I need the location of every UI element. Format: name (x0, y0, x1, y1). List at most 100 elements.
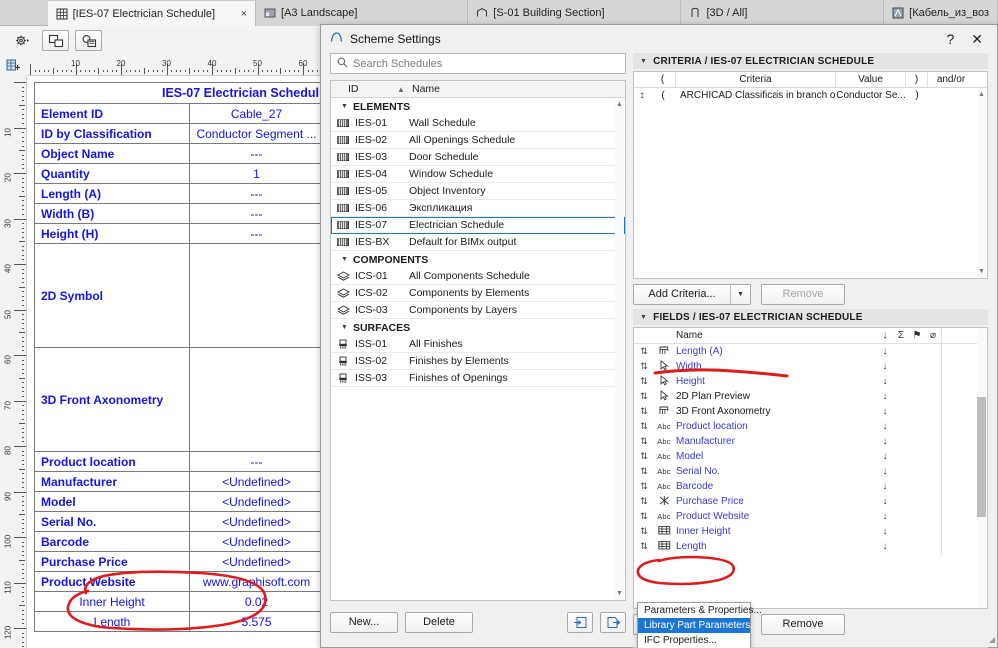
field-drag-handle[interactable]: ⇅ (634, 406, 654, 417)
schedule-list-item[interactable]: ICS-02 Components by Elements (331, 285, 625, 302)
export-button[interactable] (600, 611, 626, 633)
field-drag-handle[interactable]: ⇅ (634, 451, 654, 462)
field-row[interactable]: ⇅ Abc Manufacturer ↓ (634, 433, 987, 450)
schedule-row[interactable]: Quantity 1 (35, 164, 323, 184)
schedule-row[interactable]: Length (A) --- (35, 184, 323, 204)
criteria-table[interactable]: ( Criteria Value ) and/or ↕(ARCHICAD Cla… (633, 71, 988, 279)
field-drag-handle[interactable]: ⇅ (634, 526, 654, 537)
dropdown-menu-item[interactable]: IFC Properties... (638, 633, 750, 648)
hide-icon[interactable]: ⌀ (925, 330, 941, 341)
sum-icon[interactable]: Σ (893, 330, 909, 341)
tab-a3-landscape[interactable]: [A3 Landscape] (256, 0, 469, 26)
field-sort-order-icon[interactable]: ↓ (877, 451, 893, 462)
scroll-up-icon[interactable]: ▲ (615, 99, 624, 110)
field-drag-handle[interactable]: ⇅ (634, 511, 654, 522)
delete-button[interactable]: Delete (405, 611, 473, 633)
close-icon[interactable]: ✕ (966, 31, 988, 48)
schedule-list-item[interactable]: IES-05 Object Inventory (331, 183, 625, 200)
fields-section-header[interactable]: ▼ FIELDS / IES-07 ELECTRICIAN SCHEDULE (633, 309, 988, 325)
schedule-group-header[interactable]: ▼ ELEMENTS (331, 98, 625, 115)
criteria-drag-handle[interactable]: ↕ (634, 88, 650, 103)
column-header-id[interactable]: ID (331, 83, 397, 95)
field-sort-order-icon[interactable]: ↓ (877, 376, 893, 387)
schedule-group-header[interactable]: ▼ COMPONENTS (331, 251, 625, 268)
scroll-down-icon[interactable]: ▼ (615, 588, 624, 599)
field-row[interactable]: ⇅ Abc Barcode ↓ (634, 478, 987, 495)
schedule-list-item[interactable]: IES-04 Window Schedule (331, 166, 625, 183)
tab-kabel-iz-voz[interactable]: [Кабель_из_воз (884, 0, 998, 26)
field-row[interactable]: ⇅ Purchase Price ↓ (634, 493, 987, 510)
schedule-row[interactable]: Serial No. <Undefined> (35, 512, 323, 532)
gear-settings-button[interactable] (6, 30, 36, 51)
schedule-row[interactable]: Object Name --- (35, 144, 323, 164)
field-row[interactable]: ⇅ Length (A) ↓ (634, 343, 987, 360)
schedule-list-item[interactable]: ISS-01 All Finishes (331, 336, 625, 353)
field-row[interactable]: ⇅ Abc Serial No. ↓ (634, 463, 987, 480)
dialog-title-bar[interactable]: Scheme Settings ? ✕ (321, 25, 997, 53)
field-sort-order-icon[interactable]: ↓ (877, 496, 893, 507)
chevron-down-icon[interactable]: ▼ (640, 58, 647, 65)
criteria-section-header[interactable]: ▼ CRITERIA / IES-07 ELECTRICIAN SCHEDULE (633, 53, 988, 69)
help-button[interactable]: ? (941, 31, 959, 47)
import-button[interactable] (567, 611, 593, 633)
fields-table[interactable]: Name ↓ Σ ⚑ ⌀ ⇅ Length (A) ↓ ⇅ Width ↓ ⇅ Height ↓… (633, 327, 988, 609)
field-row[interactable]: ⇅ Length ↓ (634, 538, 987, 555)
criteria-close-paren[interactable]: ) (906, 88, 928, 103)
criteria-row[interactable]: ↕(ARCHICAD Classificatio...is in branch … (634, 88, 987, 103)
schedule-list-item[interactable]: IES-03 Door Schedule (331, 149, 625, 166)
field-sort-order-icon[interactable]: ↓ (877, 361, 893, 372)
fields-scrollbar[interactable] (977, 329, 986, 607)
field-row[interactable]: ⇅ Abc Product Website ↓ (634, 508, 987, 525)
field-sort-order-icon[interactable]: ↓ (877, 391, 893, 402)
field-row[interactable]: ⇅ 2D Plan Preview ↓ (634, 388, 987, 405)
schedule-row[interactable]: ID by Classification Conductor Segment ..… (35, 124, 323, 144)
new-button[interactable]: New... (330, 611, 398, 633)
schedules-list[interactable]: ID ▲ Name ▼ ELEMENTS IES-01 Wall Schedule IE… (330, 80, 626, 601)
field-sort-order-icon[interactable]: ↓ (877, 481, 893, 492)
field-drag-handle[interactable]: ⇅ (634, 541, 654, 552)
remove-fields-button[interactable]: Remove (761, 613, 845, 635)
schedule-row[interactable]: Length 5.575 (35, 612, 323, 632)
criteria-operator[interactable]: is in branch of (776, 88, 836, 103)
tab-3d-all[interactable]: [3D / All] (681, 0, 885, 26)
ruler-origin-button[interactable] (0, 55, 27, 76)
schedule-list-item[interactable]: IES-02 All Openings Schedule (331, 132, 625, 149)
schedule-row[interactable]: Product Website www.graphisoft.com (35, 572, 323, 592)
schedule-list-item[interactable]: ICS-03 Components by Layers (331, 302, 625, 319)
schedule-list-item[interactable]: IES-07 Electrician Schedule (331, 217, 625, 234)
add-criteria-split-button[interactable]: Add Criteria... ▼ (633, 283, 751, 305)
criteria-andor[interactable] (928, 88, 974, 103)
chevron-down-icon[interactable]: ▼ (640, 314, 647, 321)
flag-icon[interactable]: ⚑ (909, 330, 925, 341)
sort-order-icon[interactable]: ↓ (877, 330, 893, 341)
schedule-group-header[interactable]: ▼ SURFACES (331, 319, 625, 336)
field-drag-handle[interactable]: ⇅ (634, 391, 654, 402)
dropdown-menu-item[interactable]: Library Part Parameters... (638, 618, 758, 633)
schedule-list-item[interactable]: IES-01 Wall Schedule (331, 115, 625, 132)
field-sort-order-icon[interactable]: ↓ (877, 406, 893, 417)
schedule-row[interactable]: Manufacturer <Undefined> (35, 472, 323, 492)
chevron-down-icon[interactable]: ▼ (341, 256, 348, 263)
scroll-up-icon[interactable]: ▲ (977, 89, 986, 100)
tab-s-01-building-section[interactable]: [S-01 Building Section] (468, 0, 682, 26)
group-elements-button[interactable] (42, 30, 69, 51)
field-sort-order-icon[interactable]: ↓ (877, 436, 893, 447)
field-drag-handle[interactable]: ⇅ (634, 481, 654, 492)
field-row[interactable]: ⇅ Width ↓ (634, 358, 987, 375)
add-fields-dropdown-menu[interactable]: Parameters & Properties... Library Part P… (637, 602, 762, 648)
schedule-row[interactable]: Product location --- (35, 452, 323, 472)
tab-close-icon[interactable]: × (223, 8, 247, 20)
schedule-row[interactable]: Height (H) --- (35, 224, 323, 244)
column-header-name[interactable]: Name (409, 83, 625, 95)
schedules-list-scrollbar[interactable]: ▲ ▼ (615, 99, 624, 599)
field-drag-handle[interactable]: ⇅ (634, 421, 654, 432)
criteria-open-paren[interactable]: ( (650, 88, 676, 103)
field-sort-order-icon[interactable]: ↓ (877, 466, 893, 477)
field-row[interactable]: ⇅ Inner Height ↓ (634, 523, 987, 540)
field-row[interactable]: ⇅ Height ↓ (634, 373, 987, 390)
scrollbar-thumb[interactable] (977, 397, 986, 517)
schedule-sheet-area[interactable]: IES-07 Electrician Schedul Element ID Cab… (27, 76, 330, 648)
field-sort-order-icon[interactable]: ↓ (877, 526, 893, 537)
field-row[interactable]: ⇅ 3D Front Axonometry ↓ (634, 403, 987, 420)
chevron-down-icon[interactable]: ▼ (341, 103, 348, 110)
